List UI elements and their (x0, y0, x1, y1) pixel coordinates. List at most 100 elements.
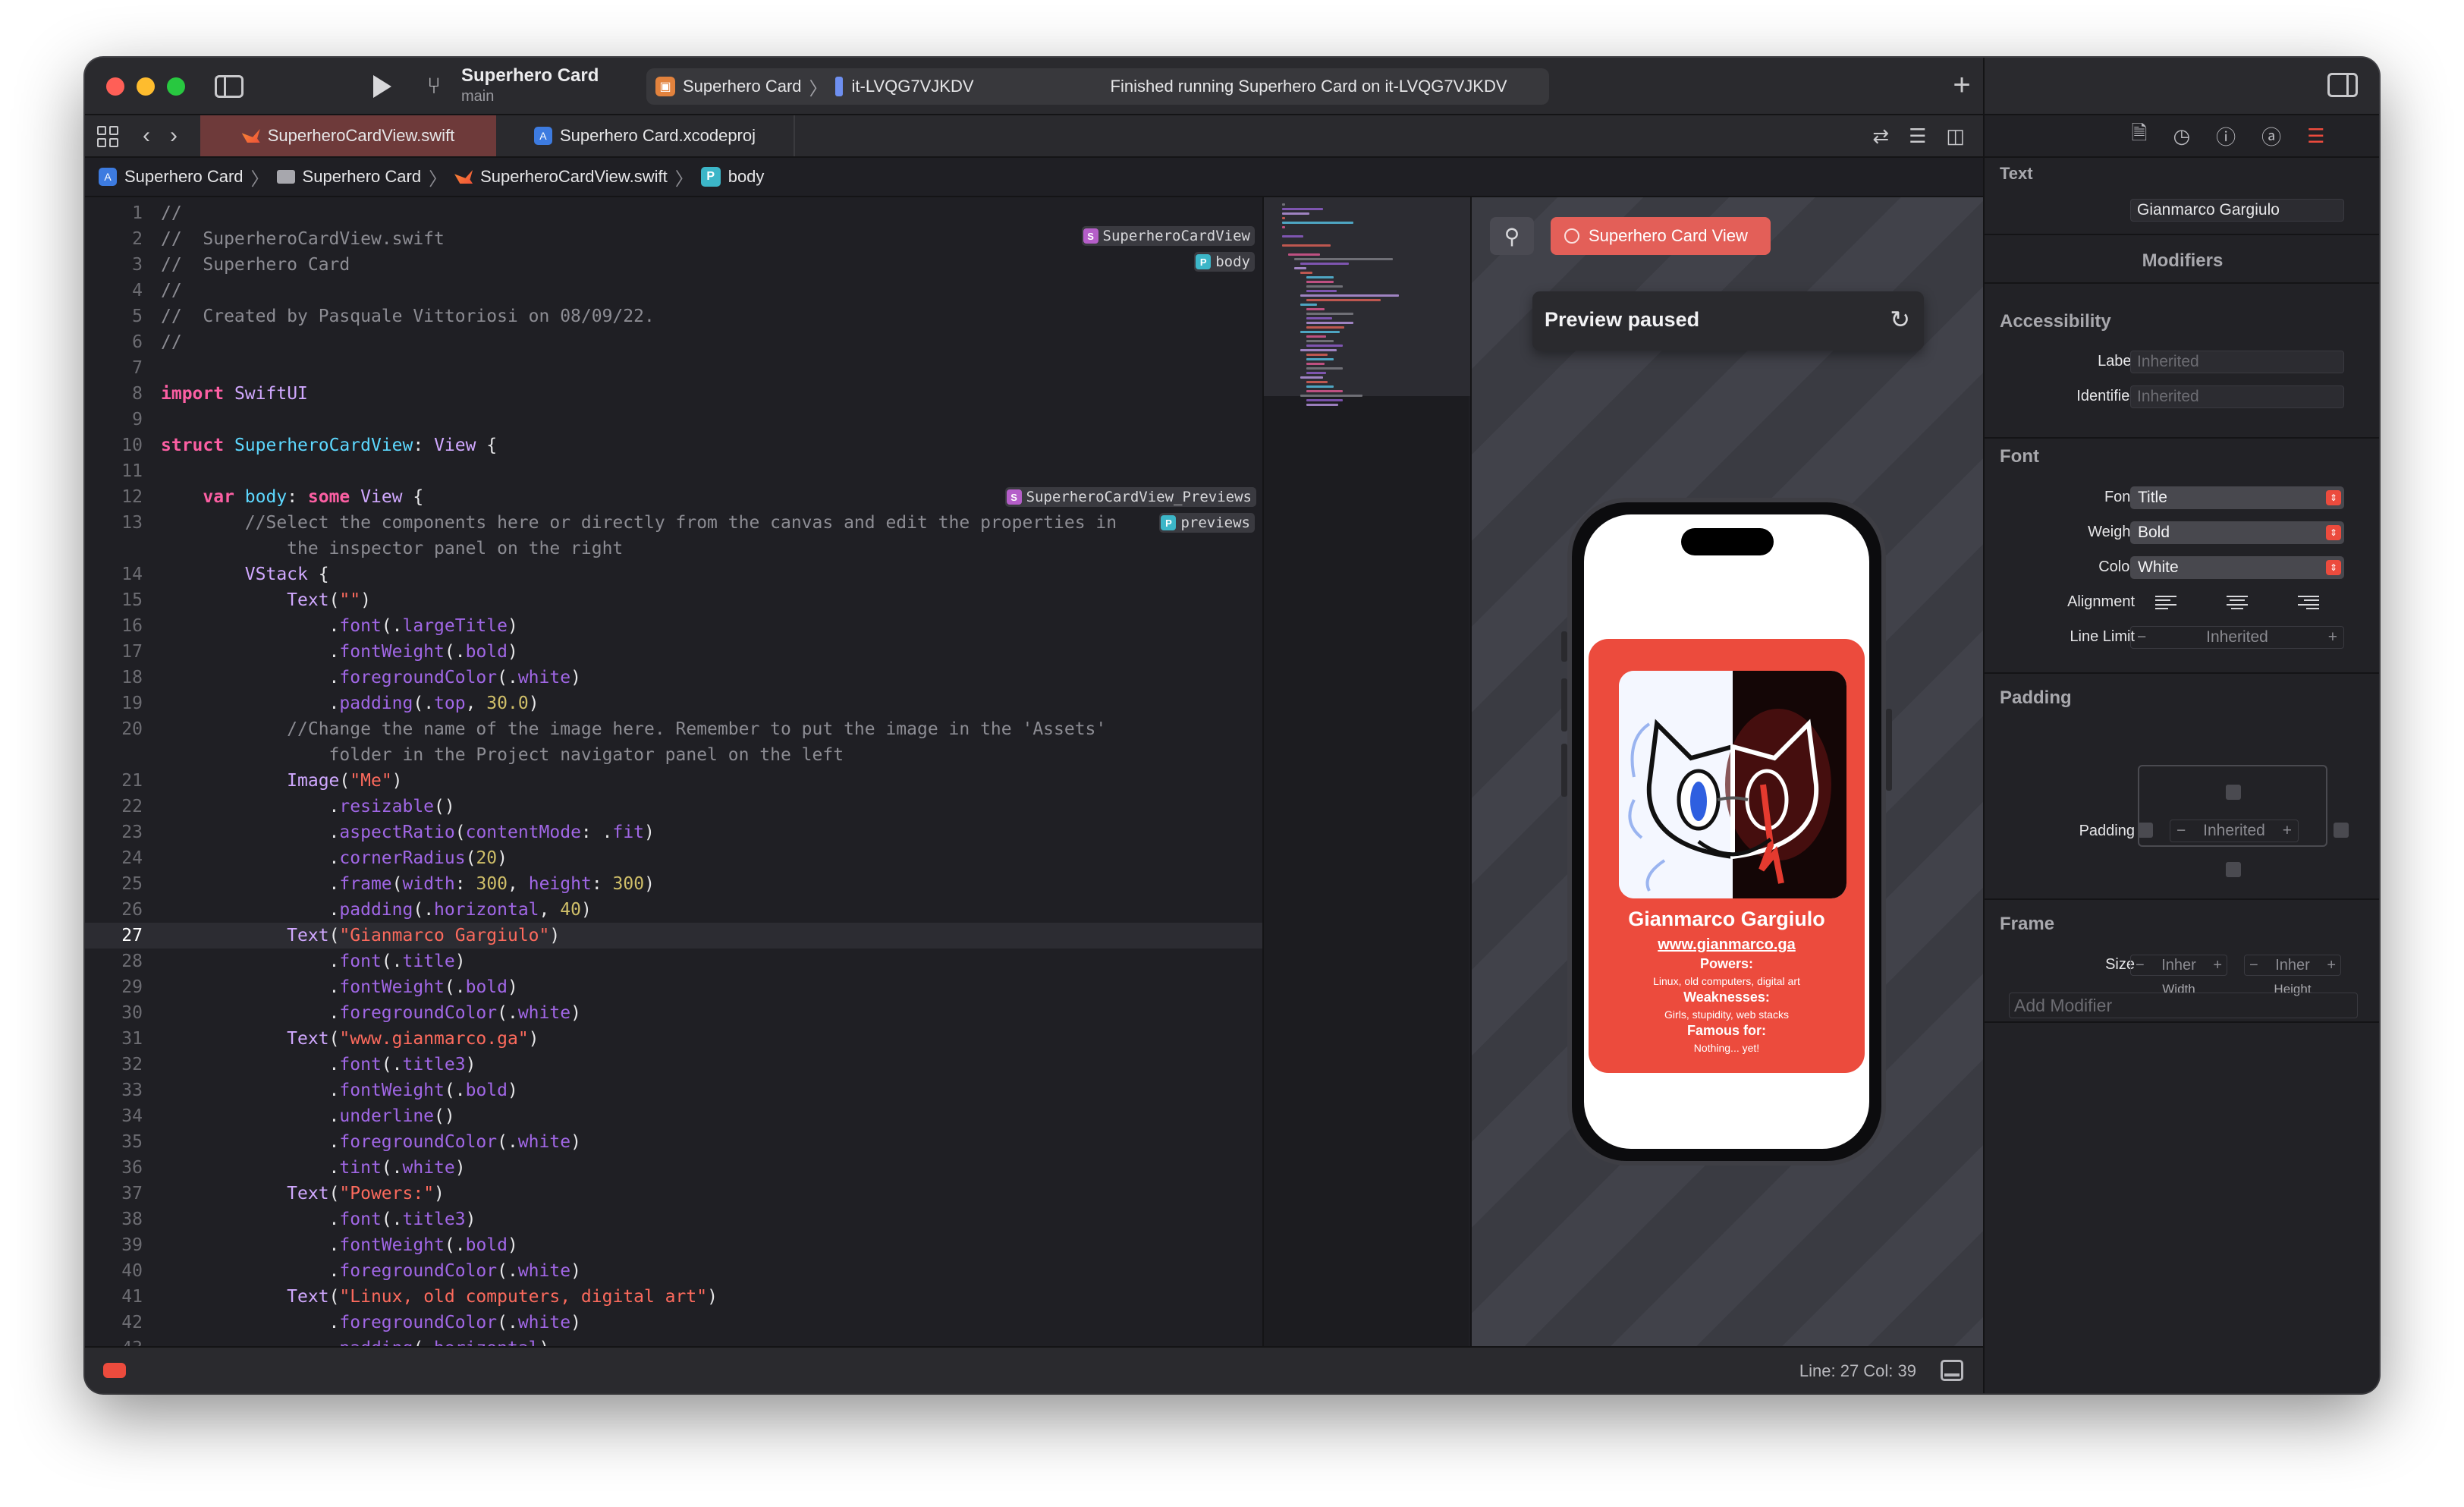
code-line[interactable]: 30 .foregroundColor(.white) (85, 1000, 1262, 1026)
card-famous[interactable]: Nothing... yet! (1589, 1042, 1865, 1054)
code-line[interactable]: 39 .fontWeight(.bold) (85, 1232, 1262, 1258)
color-select[interactable]: White ⇕ (2130, 556, 2344, 579)
padding-bottom-checkbox[interactable] (2226, 862, 2241, 877)
height-stepper[interactable]: − Inher + (2244, 955, 2341, 976)
align-right-icon[interactable] (2298, 596, 2319, 609)
code-line[interactable]: 8 import SwiftUI (85, 381, 1262, 407)
plus-icon[interactable]: + (2283, 820, 2292, 842)
code-line[interactable]: 7 (85, 355, 1262, 381)
card-name[interactable]: Gianmarco Gargiulo (1589, 908, 1865, 931)
navigator-toggle-button[interactable] (214, 73, 244, 100)
add-library-button[interactable]: + (1945, 68, 1978, 102)
code-line[interactable]: 27 Text("Gianmarco Gargiulo") (85, 923, 1262, 949)
code-line[interactable]: 6 // (85, 329, 1262, 355)
related-items-grid-icon[interactable] (97, 126, 118, 147)
breadcrumb-folder[interactable]: Superhero Card (276, 167, 421, 187)
branch-name[interactable]: main (461, 88, 494, 105)
padding-leading-checkbox[interactable] (2138, 823, 2153, 838)
code-line[interactable]: 13 //Select the components here or direc… (85, 510, 1262, 536)
code-line[interactable]: 40 .foregroundColor(.white) (85, 1258, 1262, 1284)
minus-icon[interactable]: − (2176, 820, 2186, 842)
avatar-image[interactable] (1619, 671, 1846, 898)
file-inspector-icon[interactable]: 🗎 (2132, 119, 2148, 153)
line-limit-stepper[interactable]: − Inherited + (2130, 626, 2344, 649)
code-line[interactable]: 3 // Superhero Card (85, 252, 1262, 278)
minimize-window-button[interactable] (137, 77, 155, 96)
code-line[interactable]: 16 .font(.largeTitle) (85, 613, 1262, 639)
accessibility-inspector-icon[interactable]: ⓐ (2261, 122, 2281, 150)
breadcrumb-file[interactable]: SuperheroCardView.swift (454, 167, 668, 187)
debug-area-toggle-icon[interactable] (1941, 1360, 1963, 1381)
code-line[interactable]: 43 .padding(.horizontal) (85, 1336, 1262, 1346)
tab-superhero-card-xcodeproj[interactable]: A Superhero Card.xcodeproj (496, 115, 795, 156)
phone-screen[interactable]: Gianmarco Gargiulo www.gianmarco.ga Powe… (1584, 514, 1869, 1149)
minus-icon[interactable]: − (2136, 955, 2145, 975)
code-line[interactable]: folder in the Project navigator panel on… (85, 742, 1262, 768)
code-line[interactable]: 37 Text("Powers:") (85, 1181, 1262, 1207)
code-line[interactable]: 20 //Change the name of the image here. … (85, 716, 1262, 742)
card-powers-title[interactable]: Powers: (1589, 956, 1865, 972)
code-line[interactable]: 15 Text("") (85, 587, 1262, 613)
code-line[interactable]: 24 .cornerRadius(20) (85, 845, 1262, 871)
code-line[interactable]: 35 .foregroundColor(.white) (85, 1129, 1262, 1155)
code-line[interactable]: 14 VStack { (85, 562, 1262, 587)
code-line[interactable]: 19 .padding(.top, 30.0) (85, 691, 1262, 716)
card-weaknesses-title[interactable]: Weaknesses: (1589, 989, 1865, 1005)
code-line[interactable]: 41 Text("Linux, old computers, digital a… (85, 1284, 1262, 1310)
run-destination-selector[interactable]: it-LVQG7VJKDV (852, 77, 974, 96)
code-line[interactable]: 29 .fontWeight(.bold) (85, 974, 1262, 1000)
minimap-visible-region[interactable] (1264, 197, 1470, 396)
accessibility-identifier-field[interactable]: Inherited (2130, 385, 2344, 408)
accessibility-label-field[interactable]: Inherited (2130, 351, 2344, 373)
plus-icon[interactable]: + (2328, 627, 2337, 648)
code-line[interactable]: 11 (85, 458, 1262, 484)
code-line[interactable]: 23 .aspectRatio(contentMode: .fit) (85, 820, 1262, 845)
padding-trailing-checkbox[interactable] (2334, 823, 2349, 838)
text-value-field[interactable]: Gianmarco Gargiulo (2130, 199, 2344, 222)
pin-preview-button[interactable]: ⚲ (1490, 217, 1534, 255)
code-line[interactable]: 26 .padding(.horizontal, 40) (85, 897, 1262, 923)
preview-selector-chip[interactable]: Superhero Card View (1551, 217, 1771, 255)
code-line[interactable]: 33 .fontWeight(.bold) (85, 1078, 1262, 1103)
card-weaknesses[interactable]: Girls, stupidity, web stacks (1589, 1008, 1865, 1021)
previews-annotation[interactable]: Ppreviews (1159, 513, 1255, 533)
breadcrumb-symbol[interactable]: Pbody (700, 167, 764, 187)
code-line[interactable]: 18 .foregroundColor(.white) (85, 665, 1262, 691)
breadcrumb-project[interactable]: A Superhero Card (99, 167, 244, 187)
minimap[interactable] (1262, 197, 1470, 1346)
close-window-button[interactable] (106, 77, 124, 96)
scheme-selector[interactable]: Superhero Card (683, 77, 802, 96)
code-line[interactable]: 10 struct SuperheroCardView: View { (85, 433, 1262, 458)
padding-top-checkbox[interactable] (2226, 785, 2241, 800)
quick-help-icon[interactable]: ⓘ (2216, 122, 2236, 150)
minus-icon[interactable]: − (2249, 955, 2258, 975)
align-left-icon[interactable] (2155, 596, 2176, 609)
plus-icon[interactable]: + (2213, 955, 2222, 975)
code-line[interactable]: 21 Image("Me") (85, 768, 1262, 794)
back-button[interactable]: ‹ (143, 123, 150, 149)
superhero-card[interactable]: Gianmarco Gargiulo www.gianmarco.ga Powe… (1589, 639, 1865, 1073)
code-line[interactable]: 34 .underline() (85, 1103, 1262, 1129)
forward-button[interactable]: › (170, 123, 178, 149)
add-editor-icon[interactable]: ◫ (1946, 124, 1965, 148)
refresh-icon[interactable]: ↻ (1890, 305, 1910, 334)
card-famous-title[interactable]: Famous for: (1589, 1023, 1865, 1039)
code-line[interactable]: 38 .font(.title3) (85, 1207, 1262, 1232)
code-line[interactable]: 4 // (85, 278, 1262, 304)
code-line[interactable]: the inspector panel on the right (85, 536, 1262, 562)
code-line[interactable]: 17 .fontWeight(.bold) (85, 639, 1262, 665)
code-line[interactable]: 5 // Created by Pasquale Vittoriosi on 08… (85, 304, 1262, 329)
body-annotation[interactable]: Pbody (1194, 252, 1255, 272)
add-modifier-field[interactable]: Add Modifier (2009, 993, 2358, 1018)
code-review-icon[interactable]: ⇄ (1872, 124, 1889, 148)
run-button[interactable] (367, 71, 398, 102)
code-line[interactable]: 42 .foregroundColor(.white) (85, 1310, 1262, 1336)
source-editor[interactable]: 1 // 2 // SuperheroCardView.swift 3 // Superh… (85, 197, 1262, 1346)
zoom-window-button[interactable] (167, 77, 185, 96)
tab-superhero-card-view-swift[interactable]: SuperheroCardView.swift (200, 115, 496, 156)
code-line[interactable]: 1 // (85, 200, 1262, 226)
minus-icon[interactable]: − (2137, 627, 2146, 648)
previews-struct-annotation[interactable]: S SuperheroCardView_Previews (1004, 487, 1256, 507)
card-powers[interactable]: Linux, old computers, digital art (1589, 975, 1865, 987)
weight-select[interactable]: Bold ⇕ (2130, 521, 2344, 544)
